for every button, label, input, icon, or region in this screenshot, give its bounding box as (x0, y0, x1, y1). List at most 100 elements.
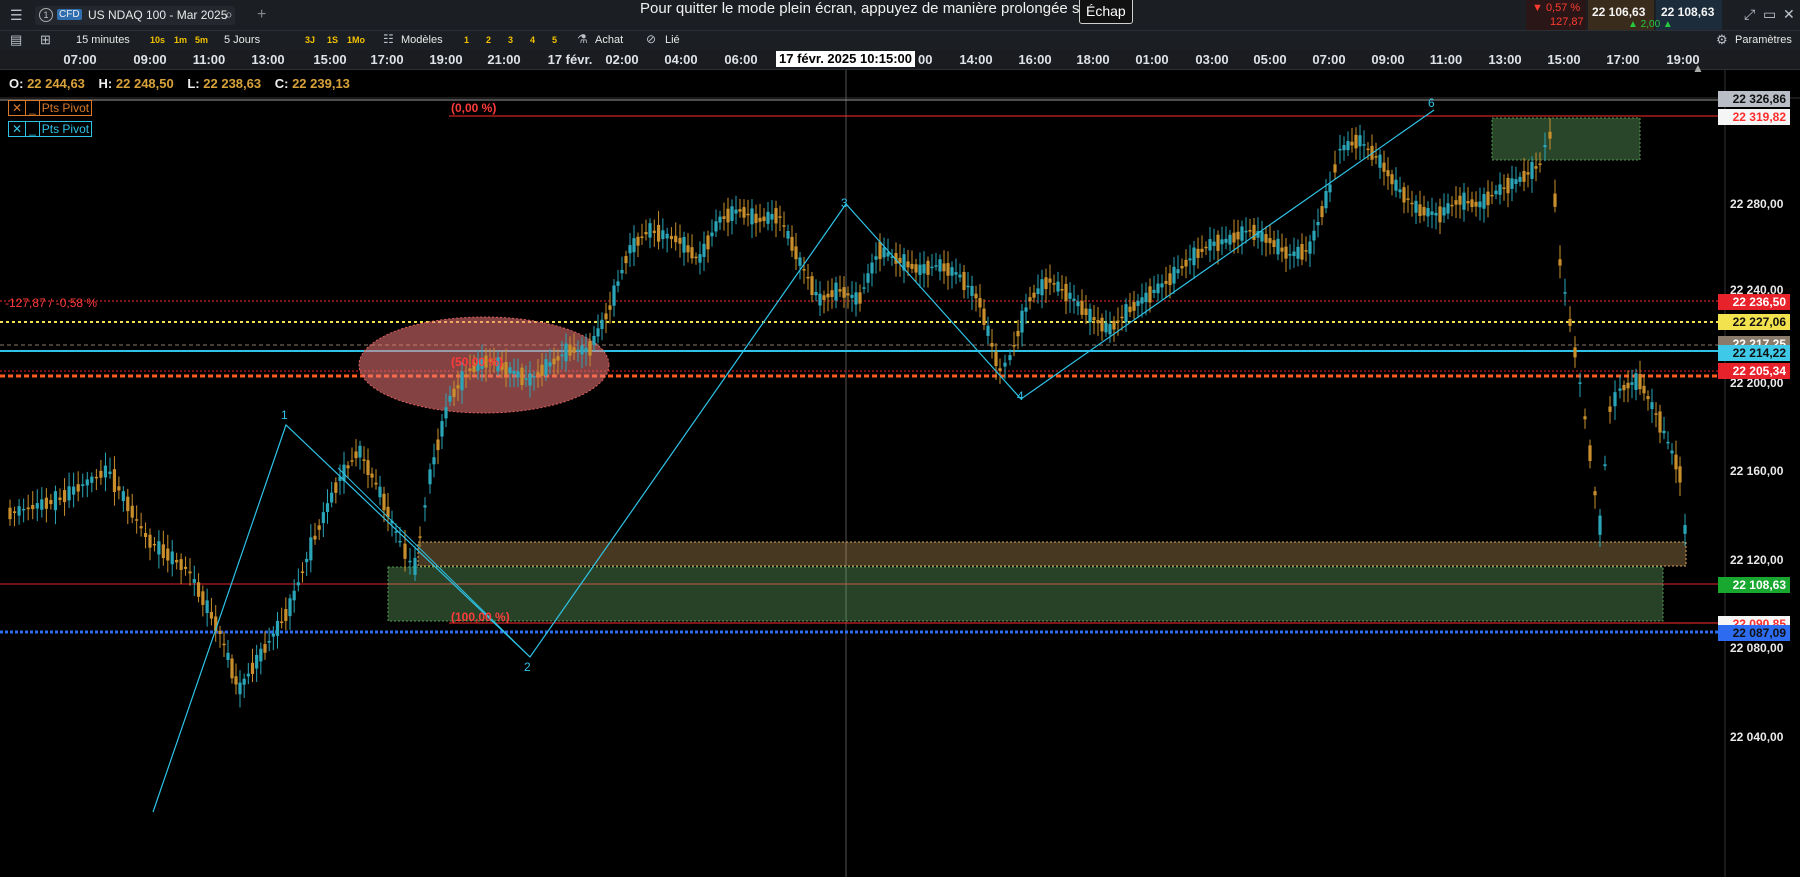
preset-10s[interactable]: 10s (148, 34, 167, 47)
candle-body (1180, 266, 1184, 269)
time-tick: 01:00 (1135, 52, 1169, 67)
indicator-chip-1[interactable]: ✕ _ Pts Pivot (8, 100, 93, 116)
layout-2[interactable]: 2 (484, 34, 493, 47)
candle-body (516, 371, 520, 378)
candle-body (636, 236, 640, 246)
settings-button[interactable]: Paramètres (1731, 33, 1796, 48)
menu-icon[interactable]: ☰ (10, 7, 23, 24)
price-label: 22 120,00 (1730, 553, 1784, 567)
candle-body (218, 630, 222, 634)
scroll-to-latest-icon[interactable]: ▲ (1692, 61, 1704, 75)
interval-select[interactable]: 15 minutes (72, 33, 134, 48)
time-tick: 14:00 (959, 52, 993, 67)
candle-body (1482, 194, 1486, 209)
detach-icon[interactable]: ▭ (1763, 6, 1776, 23)
candle-body (67, 486, 71, 501)
candle-body (152, 543, 157, 546)
candle-body (564, 343, 568, 362)
candle-body (26, 507, 30, 510)
candle-body (1124, 304, 1128, 323)
fib-0-label[interactable]: (0,00 %) (451, 101, 496, 115)
gear-icon[interactable]: ⚙ (1716, 32, 1728, 48)
candle-body (874, 256, 878, 260)
indicator-settings-icon[interactable]: _ (25, 101, 40, 115)
candle-body (1268, 238, 1272, 244)
preset-5m[interactable]: 5m (193, 34, 210, 47)
preset-1m[interactable]: 1m (172, 34, 189, 47)
ask-price: 22 108,63 (1661, 5, 1715, 19)
candle-body (192, 579, 196, 583)
fib-100-label[interactable]: (100,00 %) (451, 610, 510, 624)
candle-body (1530, 161, 1534, 179)
candle-body (1474, 201, 1478, 207)
candle-body (1478, 201, 1482, 208)
range-3j[interactable]: 3J (303, 34, 317, 47)
minimize-icon[interactable]: ⤢ (1744, 6, 1755, 23)
candle-body (974, 293, 978, 299)
candle-body (1028, 297, 1032, 302)
candle-body (1052, 283, 1056, 285)
candle-body (866, 273, 870, 283)
layout-3[interactable]: 3 (506, 34, 515, 47)
buy-button[interactable]: Achat (591, 33, 627, 48)
range-1mo[interactable]: 1Mo (345, 34, 367, 47)
price-chart[interactable] (0, 70, 1800, 877)
layout-1[interactable]: 1 (462, 34, 471, 47)
close-icon[interactable]: ✕ (1783, 6, 1795, 23)
candle-body (1096, 320, 1100, 324)
range-select[interactable]: 5 Jours (220, 33, 264, 48)
candle-body (850, 294, 854, 298)
range-1s[interactable]: 1S (325, 34, 340, 47)
grid-icon[interactable]: ⊞ (40, 32, 51, 48)
remove-indicator-icon[interactable]: ✕ (9, 101, 25, 115)
candle-body (305, 558, 309, 563)
candle-body (1136, 300, 1140, 306)
candle-body (616, 281, 620, 286)
indicator-chip-2[interactable]: ✕ _ Pts Pivot (8, 121, 93, 137)
symbol-name[interactable]: US NDAQ 100 - Mar 2025 (88, 8, 227, 22)
list-icon[interactable]: ▤ (10, 32, 22, 48)
models-button[interactable]: Modèles (397, 33, 447, 48)
escape-key-button[interactable]: Échap (1079, 0, 1133, 24)
candle-body (512, 370, 516, 374)
candle-body (1526, 172, 1530, 175)
remove-indicator-icon[interactable]: ✕ (9, 122, 25, 136)
layout-5[interactable]: 5 (550, 34, 559, 47)
add-tab-icon[interactable]: + (257, 6, 266, 24)
candle-body (226, 652, 230, 660)
info-icon[interactable]: 1 (39, 8, 53, 22)
candle-body (8, 507, 12, 520)
candle-body (309, 537, 313, 561)
fib-50-label[interactable]: (50,00 %) (451, 355, 503, 369)
candle-body (1626, 382, 1630, 389)
candle-body (1354, 134, 1358, 149)
search-icon[interactable]: ⌕ (225, 6, 233, 23)
candle-body (139, 526, 143, 529)
candle-body (1382, 162, 1386, 172)
elliott-wave-path (152, 109, 1435, 813)
price-label: 22 160,00 (1730, 464, 1784, 478)
candle-body (750, 208, 754, 225)
indicator-settings-icon[interactable]: _ (25, 122, 40, 136)
candle-body (1260, 231, 1264, 242)
candle-body (922, 264, 926, 274)
wave-label-1: 1 (281, 408, 288, 422)
candle-body (722, 216, 726, 219)
candle-body (1003, 362, 1007, 367)
chart-area[interactable]: O: 22 244,63 H: 22 248,50 L: 22 238,63 C… (0, 61, 1800, 877)
time-tick: 07:00 (1312, 52, 1346, 67)
candle-body (1538, 163, 1542, 166)
candle-body (1350, 141, 1354, 146)
candle-body (1308, 241, 1312, 254)
candle-body (300, 571, 305, 574)
candle-body (362, 459, 366, 461)
layout-4[interactable]: 4 (528, 34, 537, 47)
candle-body (560, 354, 564, 357)
change-points: 127,87 (1550, 16, 1584, 28)
link-button[interactable]: Lié (661, 33, 684, 48)
candle-body (460, 371, 464, 391)
candle-body (778, 216, 782, 218)
candle-body (271, 633, 275, 637)
candle-body (842, 287, 846, 298)
time-tick: 00 (918, 52, 933, 67)
